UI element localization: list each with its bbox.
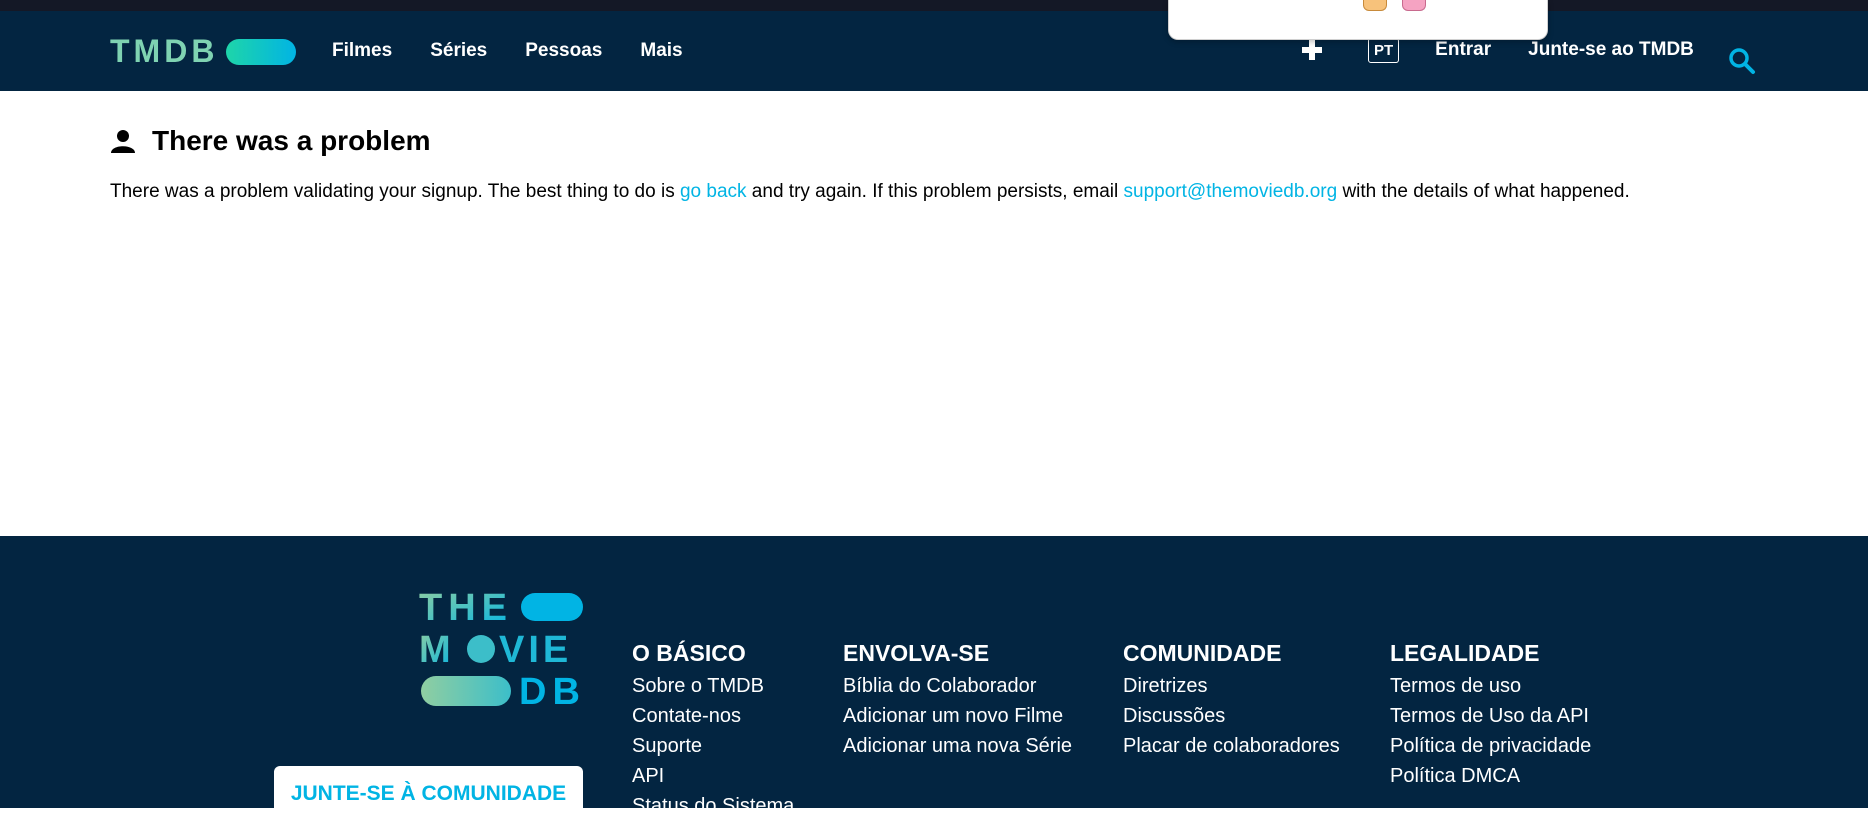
- footer-link[interactable]: API: [632, 761, 794, 791]
- footer-col-legalidade: LEGALIDADE Termos de uso Termos de Uso d…: [1390, 640, 1591, 791]
- main-nav: Filmes Séries Pessoas Mais: [332, 40, 721, 62]
- tmdb-logo[interactable]: TMDB: [110, 33, 297, 70]
- footer-col-title: COMUNIDADE: [1123, 640, 1282, 666]
- the-movie-db-logo[interactable]: THE M VIE DB: [419, 588, 584, 708]
- title-text: There was a problem: [152, 125, 431, 156]
- popup-pink-icon[interactable]: [1402, 0, 1426, 11]
- footer-link[interactable]: Política de privacidade: [1390, 731, 1591, 761]
- logo-pill: [226, 38, 297, 65]
- footer-link[interactable]: Contate-nos: [632, 701, 794, 731]
- nav-mais[interactable]: Mais: [640, 40, 682, 62]
- nav-pessoas[interactable]: Pessoas: [525, 40, 602, 62]
- footer-link[interactable]: Suporte: [632, 731, 794, 761]
- footer-link[interactable]: Adicionar uma nova Série: [843, 731, 1072, 761]
- user-icon: [111, 130, 135, 153]
- message-part-3: with the details of what happened.: [1337, 181, 1630, 202]
- footer-col-title: ENVOLVA-SE: [843, 640, 990, 666]
- go-back-link[interactable]: go back: [680, 181, 747, 202]
- search-icon[interactable]: [1728, 47, 1756, 75]
- footer-col-title: LEGALIDADE: [1390, 640, 1540, 666]
- footer-link[interactable]: Termos de uso: [1390, 671, 1591, 701]
- error-message: There was a problem validating your sign…: [110, 181, 1770, 203]
- nav-series[interactable]: Séries: [430, 40, 487, 62]
- footer-col-basico: O BÁSICO Sobre o TMDB Contate-nos Suport…: [632, 640, 794, 821]
- footer-link[interactable]: Placar de colaboradores: [1123, 731, 1340, 761]
- support-email-link[interactable]: support@themoviedb.org: [1124, 181, 1338, 202]
- footer-link[interactable]: Bíblia do Colaborador: [843, 671, 1072, 701]
- svg-text:VIE: VIE: [499, 629, 572, 671]
- svg-text:M: M: [419, 629, 455, 671]
- footer-link[interactable]: Termos de Uso da API: [1390, 701, 1591, 731]
- top-strip: [0, 0, 1868, 11]
- footer-link[interactable]: Discussões: [1123, 701, 1340, 731]
- nav-filmes[interactable]: Filmes: [332, 40, 392, 62]
- footer-link[interactable]: Status do Sistema: [632, 791, 794, 821]
- footer: THE M VIE DB JUNTE-SE À COMUNIDADE O BÁS…: [0, 536, 1868, 826]
- footer-col-title: O BÁSICO: [632, 640, 746, 666]
- message-part-1: There was a problem validating your sign…: [110, 181, 680, 202]
- navbar: TMDB Filmes Séries Pessoas Mais PT Entra…: [0, 11, 1868, 91]
- footer-col-comunidade: COMUNIDADE Diretrizes Discussões Placar …: [1123, 640, 1340, 761]
- login-link[interactable]: Entrar: [1435, 39, 1491, 61]
- popup-orange-icon[interactable]: [1363, 0, 1387, 11]
- footer-link[interactable]: Diretrizes: [1123, 671, 1340, 701]
- language-button[interactable]: PT: [1368, 37, 1400, 63]
- join-community-button[interactable]: JUNTE-SE À COMUNIDADE: [274, 766, 583, 826]
- footer-link[interactable]: Adicionar um novo Filme: [843, 701, 1072, 731]
- footer-col-envolva: ENVOLVA-SE Bíblia do Colaborador Adicion…: [843, 640, 1072, 761]
- extension-popup: [1168, 0, 1548, 40]
- message-part-2: and try again. If this problem persists,…: [746, 181, 1124, 202]
- main-content: There was a problem There was a problem …: [110, 125, 1770, 203]
- join-link[interactable]: Junte-se ao TMDB: [1528, 39, 1694, 61]
- svg-text:THE: THE: [419, 588, 513, 629]
- footer-link[interactable]: Política DMCA: [1390, 761, 1591, 791]
- logo-text: TMDB: [110, 33, 219, 69]
- footer-link[interactable]: Sobre o TMDB: [632, 671, 794, 701]
- page-title: There was a problem: [110, 125, 1770, 157]
- svg-text:DB: DB: [519, 671, 584, 708]
